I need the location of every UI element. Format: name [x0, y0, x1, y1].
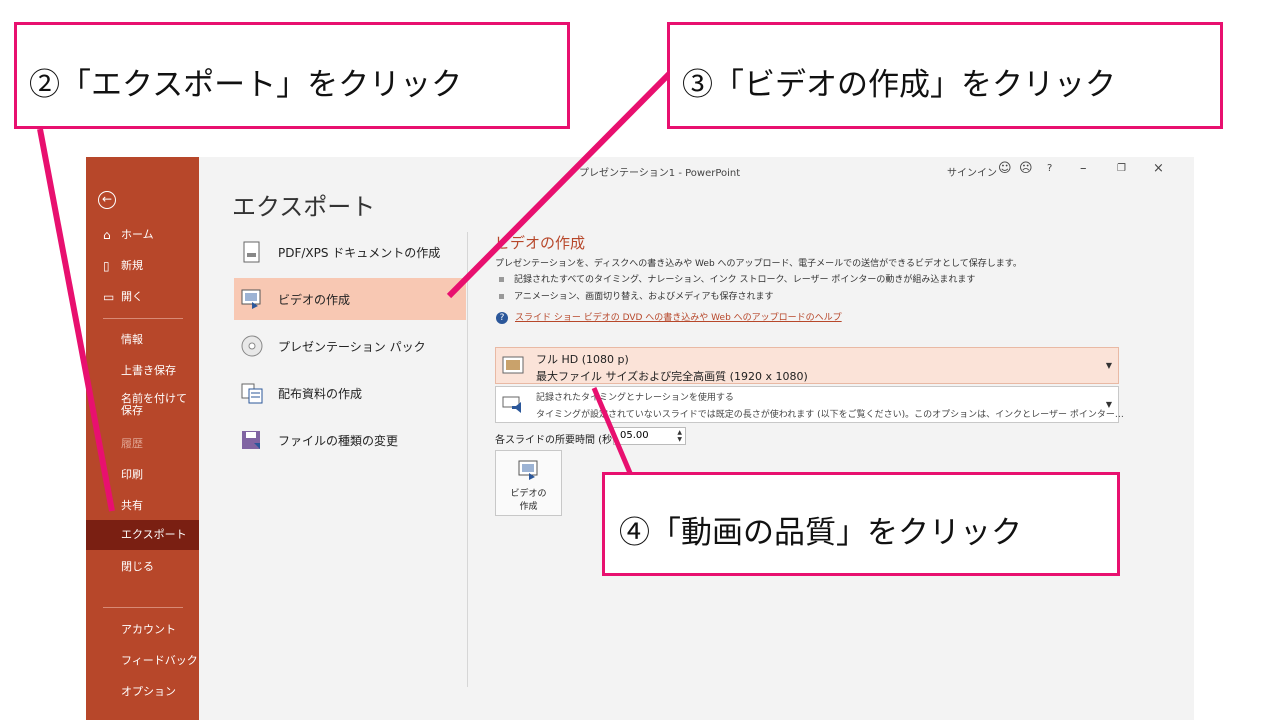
- pointer-line-step2: [37, 128, 115, 512]
- callout-step2: ②「エクスポート」をクリック: [14, 22, 570, 129]
- callout-step3: ③「ビデオの作成」をクリック: [667, 22, 1223, 129]
- pointer-line-step4: [591, 387, 633, 474]
- callout-step4: ④「動画の品質」をクリック: [602, 472, 1120, 576]
